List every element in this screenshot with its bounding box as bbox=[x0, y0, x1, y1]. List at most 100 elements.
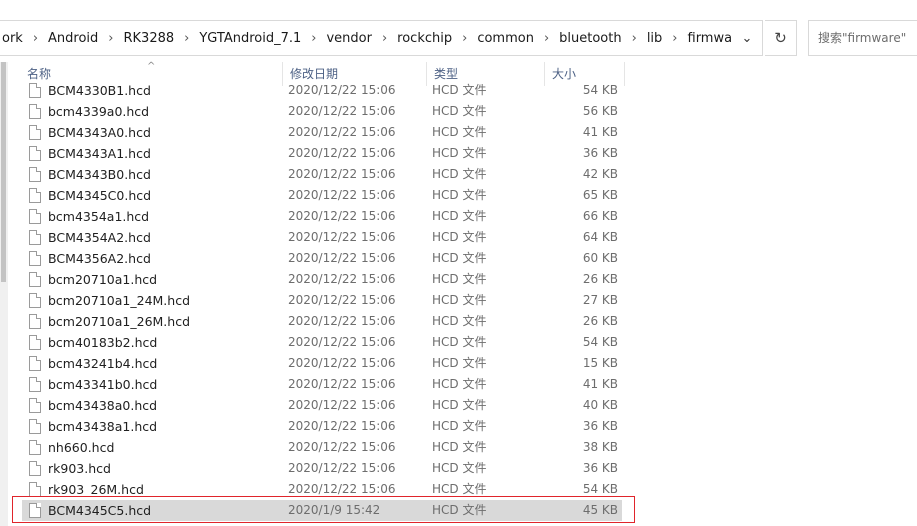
breadcrumb-separator-icon[interactable]: › bbox=[537, 31, 556, 46]
file-type: HCD 文件 bbox=[432, 83, 487, 97]
file-type: HCD 文件 bbox=[432, 272, 487, 286]
breadcrumb-separator-icon[interactable]: › bbox=[455, 31, 474, 46]
breadcrumb-item[interactable]: lib bbox=[644, 31, 665, 46]
file-row[interactable]: BCM4354A2.hcd 2020/12/22 15:06 HCD 文件 64 KB bbox=[22, 227, 622, 248]
file-size: 26 KB bbox=[582, 314, 618, 328]
file-icon bbox=[29, 125, 41, 140]
breadcrumb-item[interactable]: rockchip bbox=[394, 31, 455, 46]
file-icon bbox=[29, 314, 41, 329]
vertical-scrollbar-thumb[interactable] bbox=[1, 62, 6, 282]
file-row[interactable]: rk903.hcd 2020/12/22 15:06 HCD 文件 36 KB bbox=[22, 458, 622, 479]
file-size: 36 KB bbox=[582, 419, 618, 433]
file-size: 27 KB bbox=[582, 293, 618, 307]
file-name: BCM4356A2.hcd bbox=[48, 251, 151, 266]
address-bar[interactable]: ork › Android › RK3288 › YGTAndroid_7.1 › vendor… bbox=[0, 20, 763, 56]
file-type: HCD 文件 bbox=[432, 167, 487, 181]
file-size: 42 KB bbox=[582, 167, 618, 181]
file-type: HCD 文件 bbox=[432, 356, 487, 370]
breadcrumb-item[interactable]: vendor bbox=[323, 31, 374, 46]
file-name: bcm20710a1_24M.hcd bbox=[48, 293, 191, 308]
file-icon bbox=[29, 461, 41, 476]
breadcrumb-separator-icon[interactable]: › bbox=[304, 31, 323, 46]
file-name: bcm43241b4.hcd bbox=[48, 356, 158, 371]
file-type: HCD 文件 bbox=[432, 230, 487, 244]
file-icon bbox=[29, 251, 41, 266]
file-type: HCD 文件 bbox=[432, 125, 487, 139]
file-type: HCD 文件 bbox=[432, 335, 487, 349]
file-icon bbox=[29, 440, 41, 455]
breadcrumb-item[interactable]: common bbox=[474, 31, 537, 46]
file-row[interactable]: bcm43438a0.hcd 2020/12/22 15:06 HCD 文件 40 K… bbox=[22, 395, 622, 416]
file-name: bcm20710a1_26M.hcd bbox=[48, 314, 191, 329]
address-bar-row: ork › Android › RK3288 › YGTAndroid_7.1 › vendor… bbox=[0, 0, 917, 62]
file-type: HCD 文件 bbox=[432, 251, 487, 265]
file-row[interactable]: bcm43241b4.hcd 2020/12/22 15:06 HCD 文件 15 K… bbox=[22, 353, 622, 374]
file-row[interactable]: BCM4330B1.hcd 2020/12/22 15:06 HCD 文件 54 KB bbox=[22, 80, 622, 101]
file-list: BCM4330B1.hcd 2020/12/22 15:06 HCD 文件 54 KB… bbox=[22, 80, 622, 521]
file-size: 36 KB bbox=[582, 461, 618, 475]
file-row[interactable]: BCM4343B0.hcd 2020/12/22 15:06 HCD 文件 42 KB bbox=[22, 164, 622, 185]
file-size: 54 KB bbox=[582, 335, 618, 349]
file-icon bbox=[29, 482, 41, 497]
file-type: HCD 文件 bbox=[432, 461, 487, 475]
file-row[interactable]: BCM4345C0.hcd 2020/12/22 15:06 HCD 文件 65 KB bbox=[22, 185, 622, 206]
file-date: 2020/12/22 15:06 bbox=[288, 83, 396, 97]
file-row[interactable]: bcm43438a1.hcd 2020/12/22 15:06 HCD 文件 36 K… bbox=[22, 416, 622, 437]
breadcrumb-item[interactable]: firmware bbox=[685, 31, 733, 46]
file-icon bbox=[29, 83, 41, 98]
search-box[interactable] bbox=[808, 20, 917, 56]
file-size: 40 KB bbox=[582, 398, 618, 412]
file-name: BCM4343A0.hcd bbox=[48, 125, 151, 140]
file-icon bbox=[29, 146, 41, 161]
file-date: 2020/12/22 15:06 bbox=[288, 272, 396, 286]
file-row[interactable]: BCM4343A0.hcd 2020/12/22 15:06 HCD 文件 41 KB bbox=[22, 122, 622, 143]
file-size: 56 KB bbox=[582, 104, 618, 118]
file-name: BCM4343A1.hcd bbox=[48, 146, 151, 161]
file-icon bbox=[29, 419, 41, 434]
chevron-down-icon[interactable]: ⌄ bbox=[732, 21, 762, 55]
file-row[interactable]: bcm43341b0.hcd 2020/12/22 15:06 HCD 文件 41 K… bbox=[22, 374, 622, 395]
breadcrumb-item[interactable]: RK3288 bbox=[121, 31, 178, 46]
breadcrumb-separator-icon[interactable]: › bbox=[101, 31, 120, 46]
annotation-highlight-frame bbox=[12, 496, 635, 523]
breadcrumb-separator-icon[interactable]: › bbox=[665, 31, 684, 46]
file-type: HCD 文件 bbox=[432, 440, 487, 454]
file-row[interactable]: bcm4354a1.hcd 2020/12/22 15:06 HCD 文件 66 KB bbox=[22, 206, 622, 227]
breadcrumb-separator-icon[interactable]: › bbox=[177, 31, 196, 46]
file-size: 65 KB bbox=[582, 188, 618, 202]
column-header-date-label: 修改日期 bbox=[290, 67, 339, 81]
file-icon bbox=[29, 293, 41, 308]
file-row[interactable]: bcm20710a1.hcd 2020/12/22 15:06 HCD 文件 26 K… bbox=[22, 269, 622, 290]
file-row[interactable]: bcm4339a0.hcd 2020/12/22 15:06 HCD 文件 56 KB bbox=[22, 101, 622, 122]
file-row[interactable]: BCM4343A1.hcd 2020/12/22 15:06 HCD 文件 36 KB bbox=[22, 143, 622, 164]
file-icon bbox=[29, 335, 41, 350]
file-row[interactable]: bcm20710a1_24M.hcd 2020/12/22 15:06 HCD 文件… bbox=[22, 290, 622, 311]
file-type: HCD 文件 bbox=[432, 398, 487, 412]
breadcrumb-separator-icon[interactable]: › bbox=[625, 31, 644, 46]
file-name: bcm43438a1.hcd bbox=[48, 419, 158, 434]
file-name: bcm43341b0.hcd bbox=[48, 377, 158, 392]
breadcrumb-item[interactable]: ork bbox=[0, 31, 26, 46]
search-input[interactable] bbox=[818, 31, 917, 45]
file-icon bbox=[29, 377, 41, 392]
file-type: HCD 文件 bbox=[432, 188, 487, 202]
file-type: HCD 文件 bbox=[432, 104, 487, 118]
breadcrumb-separator-icon[interactable]: › bbox=[26, 31, 45, 46]
refresh-icon[interactable]: ↻ bbox=[765, 20, 797, 56]
column-header-size-label: 大小 bbox=[552, 67, 577, 81]
file-row[interactable]: bcm20710a1_26M.hcd 2020/12/22 15:06 HCD 文件… bbox=[22, 311, 622, 332]
file-size: 41 KB bbox=[582, 377, 618, 391]
file-date: 2020/12/22 15:06 bbox=[288, 251, 396, 265]
file-name: bcm4339a0.hcd bbox=[48, 104, 150, 119]
breadcrumb-item[interactable]: YGTAndroid_7.1 bbox=[196, 31, 304, 46]
file-row[interactable]: nh660.hcd 2020/12/22 15:06 HCD 文件 38 KB bbox=[22, 437, 622, 458]
file-icon bbox=[29, 272, 41, 287]
breadcrumb-separator-icon[interactable]: › bbox=[375, 31, 394, 46]
breadcrumb-item[interactable]: bluetooth bbox=[556, 31, 624, 46]
file-date: 2020/12/22 15:06 bbox=[288, 188, 396, 202]
file-date: 2020/12/22 15:06 bbox=[288, 293, 396, 307]
breadcrumb-item[interactable]: Android bbox=[45, 31, 101, 46]
file-row[interactable]: bcm40183b2.hcd 2020/12/22 15:06 HCD 文件 54 K… bbox=[22, 332, 622, 353]
file-date: 2020/12/22 15:06 bbox=[288, 335, 396, 349]
file-row[interactable]: BCM4356A2.hcd 2020/12/22 15:06 HCD 文件 60 KB bbox=[22, 248, 622, 269]
